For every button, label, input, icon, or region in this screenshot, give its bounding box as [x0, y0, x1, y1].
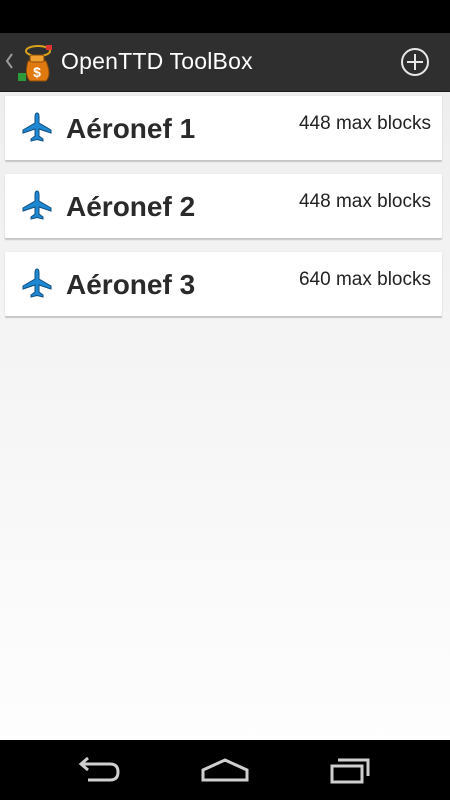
chevron-left-icon[interactable]	[4, 51, 14, 71]
svg-text:$: $	[33, 64, 41, 80]
home-icon[interactable]	[195, 752, 255, 788]
aircraft-name: Aéronef 1	[66, 113, 196, 144]
aircraft-name: Aéronef 3	[66, 269, 196, 300]
action-bar: $ OpenTTD ToolBox	[0, 33, 450, 92]
airplane-icon	[22, 112, 52, 142]
app-title: OpenTTD ToolBox	[61, 48, 253, 74]
navigation-bar	[0, 740, 450, 800]
airplane-icon	[22, 190, 52, 220]
status-bar	[0, 0, 450, 33]
money-bag-app-icon[interactable]: $	[16, 41, 56, 83]
max-blocks: 640 max blocks	[298, 269, 431, 290]
max-blocks: 448 max blocks	[298, 113, 431, 134]
back-icon[interactable]	[70, 752, 130, 788]
recents-icon[interactable]	[320, 752, 380, 788]
max-blocks: 448 max blocks	[298, 191, 431, 212]
list-item[interactable]: Aéronef 1 448 max blocks	[5, 96, 442, 160]
aircraft-name: Aéronef 2	[66, 191, 196, 222]
plus-circle-icon[interactable]	[398, 45, 432, 79]
list-item[interactable]: Aéronef 3 640 max blocks	[5, 252, 442, 316]
airplane-icon	[22, 268, 52, 298]
list-item[interactable]: Aéronef 2 448 max blocks	[5, 174, 442, 238]
